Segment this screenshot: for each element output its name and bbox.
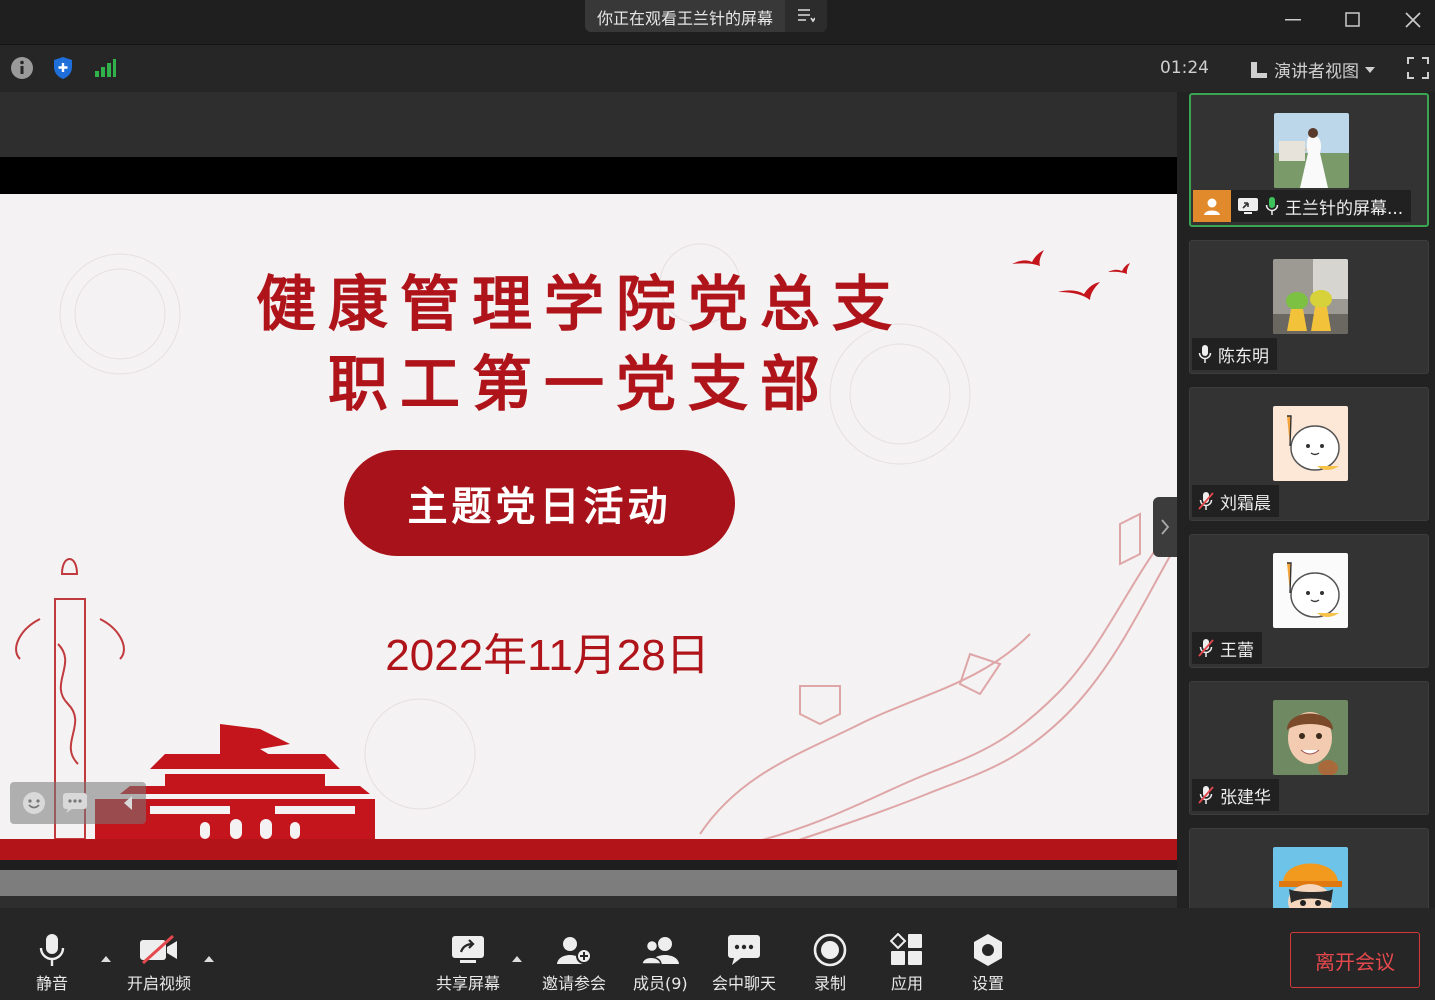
meeting-toolbar: 静音 开启视频 共享屏幕 邀请参会 成员(9) 会中聊天 录制 应用 设置 离开… (0, 908, 1435, 1000)
host-icon (1193, 190, 1231, 222)
participant-label: 陈东明 (1192, 338, 1277, 370)
record-label: 录制 (813, 974, 846, 993)
record-button[interactable]: 录制 (813, 930, 847, 994)
participant-label: 刘霜晨 (1192, 485, 1279, 517)
close-icon[interactable] (1388, 0, 1435, 40)
mic-muted-icon (1198, 639, 1214, 657)
slide-date: 2022年11月28日 (385, 631, 710, 680)
participant-tile[interactable]: 王兰针的屏幕... (1189, 93, 1429, 227)
participant-tile[interactable]: 陈东明 (1189, 240, 1429, 374)
view-mode-dropdown[interactable]: 演讲者视图 (1250, 57, 1375, 82)
leave-meeting-button[interactable]: 离开会议 (1290, 932, 1420, 988)
participant-name: 张建华 (1220, 787, 1271, 808)
screen-share-icon (1238, 198, 1258, 214)
speaker-view-icon (1251, 61, 1267, 78)
participant-label: 张建华 (1192, 779, 1279, 811)
maximize-icon[interactable] (1328, 0, 1378, 40)
slide-banner: 主题党日活动 (344, 450, 735, 556)
chevron-down-icon (1365, 66, 1375, 73)
slide-footer-band (0, 870, 1177, 896)
slide-red-stripe (0, 839, 1177, 860)
share-screen-button[interactable]: 共享屏幕 (436, 930, 500, 994)
shared-screen-area: 健康管理学院党总支 职工第一党支部 主题党日活动 2022年11月28日 (0, 92, 1177, 908)
invite-label: 邀请参会 (542, 974, 607, 993)
participant-tile[interactable]: 王蕾 (1189, 534, 1429, 668)
invite-button[interactable]: 邀请参会 (542, 930, 606, 994)
shield-icon[interactable] (52, 56, 74, 84)
gear-icon (974, 934, 1002, 966)
presentation-slide: 健康管理学院党总支 职工第一党支部 主题党日活动 2022年11月28日 (0, 194, 1177, 860)
collapse-left-icon[interactable] (122, 795, 134, 815)
chat-label: 会中聊天 (712, 974, 777, 993)
floating-controls (10, 782, 146, 824)
danmaku-icon[interactable] (62, 792, 88, 818)
slide-title-line1: 健康管理学院党总支 (256, 270, 904, 340)
title-bar: 你正在观看王兰针的屏幕 (0, 0, 1435, 44)
members-icon (641, 937, 680, 965)
participant-tile[interactable] (1189, 828, 1429, 908)
microphone-icon (39, 934, 65, 966)
video-off-icon (140, 935, 177, 965)
mute-button[interactable]: 静音 (36, 930, 68, 994)
apps-label: 应用 (890, 974, 923, 993)
settings-button[interactable]: 设置 (971, 930, 1005, 994)
mute-label: 静音 (36, 974, 69, 993)
view-mode-label: 演讲者视图 (1274, 62, 1359, 82)
chat-icon (728, 935, 760, 965)
start-video-label: 开启视频 (127, 974, 192, 993)
minimize-icon[interactable] (1268, 0, 1318, 40)
share-screen-icon (452, 936, 484, 963)
signal-icon[interactable] (94, 58, 116, 82)
meeting-info-bar: 01:24 演讲者视图 (0, 44, 1435, 92)
members-button[interactable]: 成员(9) (633, 930, 688, 994)
chat-button[interactable]: 会中聊天 (712, 930, 776, 994)
participant-tile[interactable]: 张建华 (1189, 681, 1429, 815)
mic-on-icon (1198, 345, 1212, 363)
letterbox-bottom (0, 860, 1177, 870)
collapse-sidebar-button[interactable] (1153, 497, 1177, 557)
share-screen-label: 共享屏幕 (436, 974, 501, 993)
settings-label: 设置 (971, 974, 1004, 993)
chevron-right-icon (1161, 519, 1170, 535)
share-options-caret[interactable] (512, 956, 522, 962)
participant-label: 王蕾 (1192, 632, 1262, 664)
window-title: 你正在观看王兰针的屏幕 (597, 9, 774, 28)
avatar (1273, 847, 1348, 908)
participant-name: 刘霜晨 (1220, 493, 1271, 514)
record-icon (813, 933, 847, 967)
members-label: 成员(9) (633, 974, 688, 993)
mic-on-icon (1265, 197, 1279, 215)
sharing-indicator: 你正在观看王兰针的屏幕 (585, 0, 828, 32)
slide-title-line2: 职工第一党支部 (328, 350, 832, 420)
mic-muted-icon (1198, 492, 1214, 510)
mic-muted-icon (1198, 786, 1214, 804)
avatar (1273, 553, 1348, 628)
avatar (1273, 700, 1348, 775)
participant-name: 王蕾 (1220, 640, 1254, 661)
mute-options-caret[interactable] (101, 956, 111, 962)
info-icon[interactable] (10, 56, 34, 84)
fullscreen-icon[interactable] (1407, 57, 1429, 83)
start-video-button[interactable]: 开启视频 (127, 930, 191, 994)
emoji-icon[interactable] (22, 791, 46, 819)
participant-tile[interactable]: 刘霜晨 (1189, 387, 1429, 521)
participant-label: 王兰针的屏幕... (1193, 190, 1412, 222)
apps-button[interactable]: 应用 (890, 930, 924, 994)
letterbox-top (0, 157, 1177, 194)
avatar (1274, 113, 1349, 188)
video-options-caret[interactable] (204, 956, 214, 962)
add-user-icon (557, 937, 592, 964)
meeting-timer: 01:24 (1160, 58, 1209, 78)
participant-sidebar: 王兰针的屏幕... 陈东明 刘霜晨 王蕾 张建华 (1177, 92, 1435, 908)
avatar (1273, 406, 1348, 481)
apps-icon (890, 933, 922, 965)
participant-name: 陈东明 (1218, 346, 1269, 367)
participant-name: 王兰针的屏幕... (1285, 198, 1404, 219)
sharing-menu-icon[interactable] (785, 0, 828, 32)
avatar (1273, 259, 1348, 334)
